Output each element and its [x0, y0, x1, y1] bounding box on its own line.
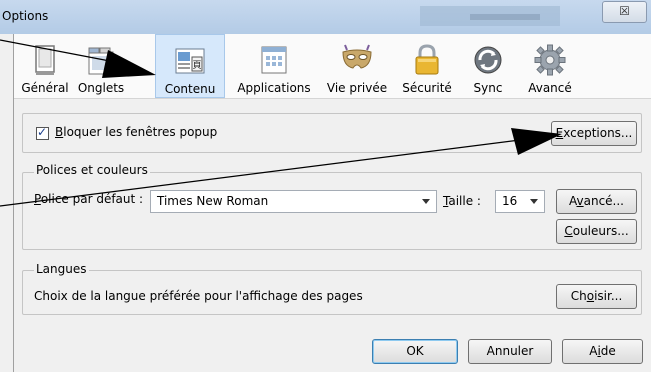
- window-title: Options: [2, 9, 49, 23]
- tab-advanced[interactable]: Avancé: [520, 34, 580, 98]
- tab-security[interactable]: Sécurité: [396, 34, 458, 98]
- exceptions-label: xceptions...: [563, 126, 633, 140]
- colors-button[interactable]: Couleurs...: [556, 219, 637, 244]
- block-popups-checkbox[interactable]: [36, 125, 49, 140]
- tab-sync[interactable]: Sync: [466, 34, 510, 98]
- default-font-select[interactable]: Times New Roman: [150, 190, 437, 213]
- exceptions-button[interactable]: Exceptions...: [551, 121, 637, 146]
- tab-label: Sécurité: [402, 81, 452, 95]
- fonts-advanced-button[interactable]: Avancé...: [556, 189, 637, 214]
- title-bar-blur-detail: [470, 14, 540, 20]
- tab-label: Sync: [473, 81, 503, 95]
- size-label-text: aille :: [448, 194, 481, 208]
- size-label: Taille :: [443, 194, 481, 208]
- padlock-icon: [415, 44, 439, 75]
- general-icon: [35, 45, 55, 75]
- options-window: Options ☒ Général Onglets 頁 Contenu Appl…: [0, 0, 651, 372]
- default-font-mnemonic: P: [34, 192, 41, 206]
- default-font-value: Times New Roman: [157, 194, 269, 208]
- default-font-label-text: olice par défaut :: [40, 192, 144, 206]
- tab-applications[interactable]: Applications: [232, 34, 316, 98]
- choose-mnemonic: o: [586, 289, 595, 303]
- font-size-value: 16: [502, 194, 518, 208]
- advanced-mnemonic: v: [576, 194, 584, 208]
- chevron-down-icon: [422, 199, 430, 204]
- popup-group: Bloquer les fenêtres popup Exceptions...: [22, 113, 642, 153]
- fonts-group-legend: Polices et couleurs: [34, 163, 150, 177]
- window-left-border: [13, 34, 14, 372]
- privacy-mask-icon: [342, 44, 372, 69]
- language-description: Choix de la langue préférée pour l'affic…: [34, 289, 363, 303]
- tab-label: Applications: [237, 81, 311, 95]
- choose-language-button[interactable]: Choisir...: [556, 284, 637, 309]
- tab-general[interactable]: Général: [20, 34, 70, 98]
- content-icon: 頁: [175, 48, 205, 74]
- options-toolbar: Général Onglets 頁 Contenu Applications V…: [14, 34, 651, 99]
- svg-text:頁: 頁: [192, 60, 201, 71]
- languages-group-legend: Langues: [34, 262, 89, 276]
- default-font-label: Police par défaut :: [34, 192, 143, 206]
- close-icon: ☒: [619, 4, 630, 18]
- tab-label: Onglets: [77, 81, 125, 95]
- tab-privacy[interactable]: Vie privée: [324, 34, 390, 98]
- ok-button[interactable]: OK: [372, 339, 458, 364]
- sync-icon: [474, 46, 502, 74]
- tab-tabs[interactable]: Onglets: [72, 34, 130, 98]
- tab-content[interactable]: 頁 Contenu: [155, 34, 225, 98]
- block-popups-label[interactable]: Bloquer les fenêtres popup: [55, 125, 217, 139]
- help-label-suffix: de: [600, 344, 616, 358]
- title-bar: Options ☒: [0, 0, 651, 34]
- advanced-label-suffix: ancé...: [583, 194, 624, 208]
- fonts-colors-group: Times New Roman Taille : 16 Avancé... Co…: [22, 172, 642, 250]
- tab-label: Général: [21, 81, 69, 95]
- cancel-button[interactable]: Annuler: [468, 339, 552, 364]
- advanced-label-prefix: A: [568, 194, 577, 208]
- chevron-down-icon: [530, 199, 538, 204]
- tab-label: Avancé: [528, 81, 572, 95]
- block-popups-label-text: loquer les fenêtres popup: [63, 125, 218, 139]
- tab-label: Vie privée: [326, 81, 388, 95]
- help-button[interactable]: Aide: [562, 339, 643, 364]
- gear-icon: [534, 44, 566, 76]
- block-popups-label-mnemonic: B: [55, 125, 64, 139]
- choose-label-suffix: isir...: [594, 289, 623, 303]
- tab-label: Contenu: [164, 82, 216, 96]
- colors-label: ouleurs...: [572, 224, 629, 238]
- close-button[interactable]: ☒: [602, 1, 647, 23]
- tabs-icon: [88, 47, 114, 75]
- choose-label-prefix: Ch: [570, 289, 587, 303]
- font-size-select[interactable]: 16: [495, 190, 545, 213]
- applications-icon: [261, 46, 287, 74]
- colors-mnemonic: C: [564, 224, 573, 238]
